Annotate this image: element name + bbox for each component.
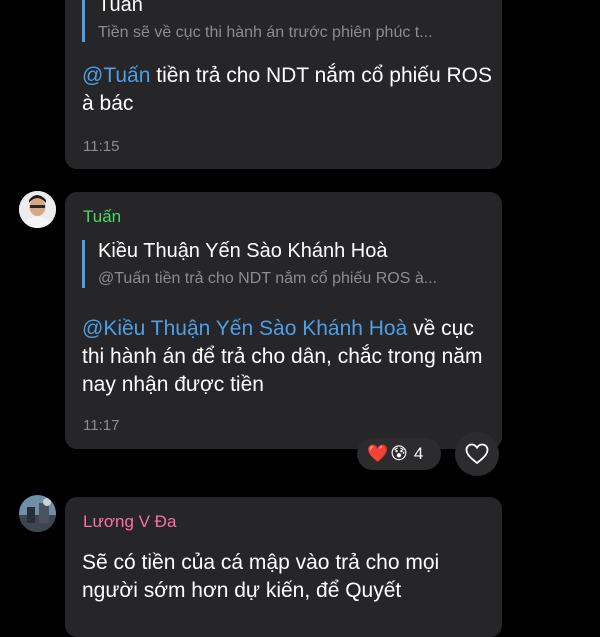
reply-quote[interactable]: Tuấn Tiền sẽ về cục thi hành án trước ph… xyxy=(82,0,498,42)
quote-author: Kiều Thuận Yến Sào Khánh Hoà xyxy=(98,240,388,262)
message-text: @Kiều Thuận Yến Sào Khánh Hoà về cục thi… xyxy=(82,315,492,399)
message-text: @Tuấn tiền trả cho NDT nắm cổ phiếu ROS … xyxy=(82,62,492,118)
reactions-pill[interactable]: ❤️ 😰 4 xyxy=(357,438,441,470)
quote-text: @Tuấn tiền trả cho NDT nắm cổ phiếu ROS … xyxy=(98,270,438,287)
avatar-photo xyxy=(19,191,56,228)
message-bubble-1[interactable]: Tuấn Tiền sẽ về cục thi hành án trước ph… xyxy=(65,0,502,169)
message-time: 11:17 xyxy=(83,417,120,434)
heart-reaction-icon: ❤️ xyxy=(367,444,389,463)
avatar-tuan[interactable] xyxy=(19,191,56,228)
sender-name[interactable]: Lương V Đa xyxy=(83,512,176,532)
heart-outline-icon xyxy=(465,443,489,465)
quote-author: Tuấn xyxy=(98,0,143,16)
quote-text: Tiền sẽ về cục thi hành án trước phiên p… xyxy=(98,24,433,41)
message-time: 11:15 xyxy=(83,138,120,155)
anxious-face-reaction-icon: 😰 xyxy=(390,444,408,463)
mention-link[interactable]: @Tuấn xyxy=(82,64,150,87)
mention-link[interactable]: @Kiều Thuận Yến Sào Khánh Hoà xyxy=(82,317,407,340)
reply-quote[interactable]: Kiều Thuận Yến Sào Khánh Hoà @Tuấn tiền … xyxy=(82,240,498,288)
message-bubble-3[interactable]: Lương V Đa Sẽ có tiền của cá mập vào trả… xyxy=(65,497,502,637)
sender-name[interactable]: Tuấn xyxy=(83,207,121,227)
message-text: Sẽ có tiền của cá mập vào trả cho mọi ng… xyxy=(82,551,440,602)
message-bubble-2[interactable]: Tuấn Kiều Thuận Yến Sào Khánh Hoà @Tuấn … xyxy=(65,192,502,449)
avatar-photo xyxy=(19,495,56,532)
reaction-count: 4 xyxy=(413,444,424,463)
avatar-luong-v-da[interactable] xyxy=(19,495,56,532)
react-heart-button[interactable] xyxy=(455,432,499,476)
